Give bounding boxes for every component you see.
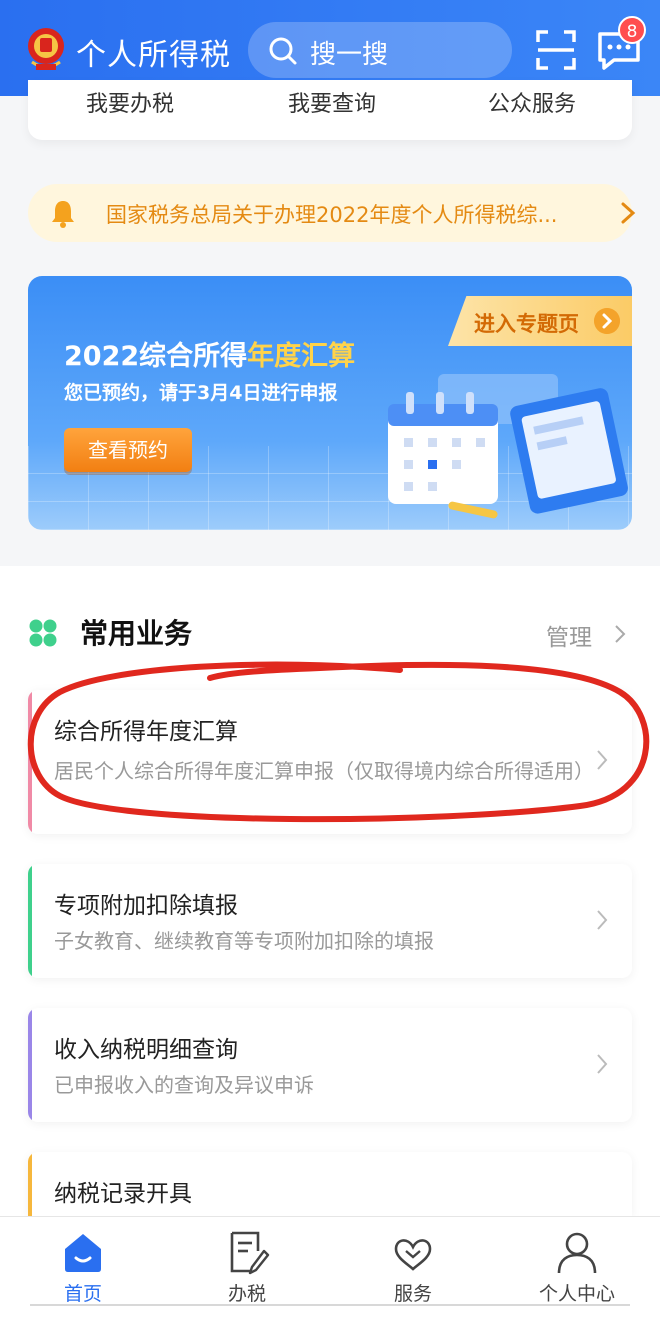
service-card-special-deduction[interactable]: 专项附加扣除填报 子女教育、继续教育等专项附加扣除的填报: [28, 864, 632, 978]
service-title: 收入纳税明细查询: [54, 1037, 238, 1063]
banner-title-highlight: 年度汇算: [247, 341, 356, 372]
banner-title-main: 2022综合所得: [64, 341, 248, 372]
nav-item-service[interactable]: 服务: [358, 1227, 468, 1307]
home-indicator: [30, 1304, 630, 1306]
notice-bar[interactable]: 国家税务总局关于办理2022年度个人所得税综...: [28, 184, 636, 242]
search-placeholder: 搜一搜: [310, 40, 389, 70]
card-accent-bar: [28, 1152, 32, 1216]
card-accent-bar: [28, 690, 32, 834]
person-icon: [557, 1232, 597, 1274]
chevron-right-icon: [597, 750, 608, 770]
bell-icon: [52, 201, 74, 228]
service-description: 居民个人综合所得年度汇算申报（仅取得境内综合所得适用）: [54, 759, 594, 783]
nav-item-profile[interactable]: 个人中心: [522, 1227, 632, 1307]
chevron-right-icon: [621, 202, 636, 224]
service-card-income-query[interactable]: 收入纳税明细查询 已申报收入的查询及异议申诉: [28, 1008, 632, 1122]
topic-page-label[interactable]: 进入专题页: [474, 308, 579, 338]
service-card-annual-settlement[interactable]: 综合所得年度汇算 居民个人综合所得年度汇算申报（仅取得境内综合所得适用）: [28, 690, 632, 834]
quick-item-public-service[interactable]: 公众服务: [488, 86, 576, 118]
service-heart-icon: [394, 1239, 432, 1271]
app-title: 个人所得税: [76, 38, 231, 73]
bottom-navigation: 首页 办税 服务 个人中心: [0, 1216, 660, 1324]
service-title: 专项附加扣除填报: [54, 893, 238, 919]
nav-label: 办税: [227, 1283, 266, 1305]
nav-label: 个人中心: [538, 1283, 615, 1305]
banner-title: 2022综合所得年度汇算: [64, 334, 355, 373]
tax-emblem-icon: [28, 28, 64, 70]
section-title: 常用业务: [80, 617, 193, 650]
tax-form-icon: [230, 1231, 270, 1275]
card-accent-bar: [28, 1008, 32, 1122]
view-appointment-button[interactable]: 查看预约: [64, 428, 192, 472]
nav-label: 首页: [63, 1283, 102, 1305]
chevron-right-icon: [597, 910, 608, 930]
notice-text: 国家税务总局关于办理2022年度个人所得税综...: [106, 203, 558, 227]
service-title: 纳税记录开具: [54, 1181, 192, 1207]
chevron-right-icon: [615, 625, 626, 643]
service-description: 子女教育、继续教育等专项附加扣除的填报: [54, 929, 434, 953]
search-bar[interactable]: 搜一搜: [248, 22, 512, 78]
service-description: 已申报收入的查询及异议申诉: [54, 1073, 314, 1097]
nav-label: 服务: [393, 1283, 432, 1305]
search-icon: [269, 37, 297, 65]
card-accent-bar: [28, 864, 32, 978]
calendar-document-illustration: [388, 374, 628, 519]
annual-settlement-banner[interactable]: 2022综合所得年度汇算 您已预约，请于3月4日进行申报 查看预约 进入专题页: [28, 276, 632, 530]
grid-dots-icon: [29, 619, 57, 647]
quick-item-handle-tax[interactable]: 我要办税: [86, 86, 174, 118]
service-title: 综合所得年度汇算: [54, 719, 238, 745]
quick-menu-card: 我要办税 我要查询 公众服务: [28, 80, 632, 140]
scan-icon[interactable]: [534, 28, 578, 72]
banner-subtitle: 您已预约，请于3月4日进行申报: [64, 382, 338, 404]
manage-link[interactable]: 管理: [546, 618, 592, 652]
message-count-badge: 8: [618, 16, 646, 44]
service-card-tax-record[interactable]: 纳税记录开具: [28, 1152, 632, 1216]
chevron-right-icon: [597, 1054, 608, 1074]
chevron-right-circle-icon: [594, 308, 620, 334]
nav-item-home[interactable]: 首页: [28, 1227, 138, 1307]
quick-item-query[interactable]: 我要查询: [288, 86, 376, 118]
home-icon: [65, 1234, 101, 1272]
nav-item-tax[interactable]: 办税: [192, 1227, 302, 1307]
